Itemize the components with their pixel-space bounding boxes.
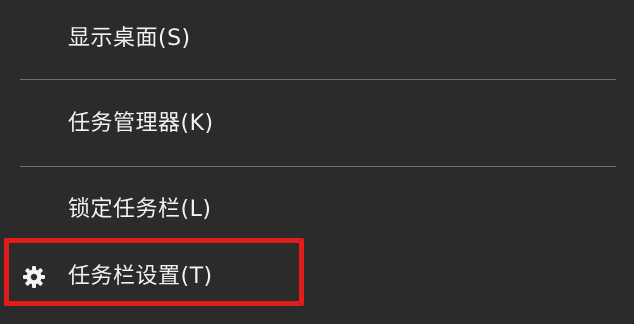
menu-item-label: 显示桌面(S) [68, 26, 191, 51]
menu-separator [20, 166, 616, 167]
menu-item-lock-taskbar[interactable]: 锁定任务栏(L) [0, 182, 634, 242]
menu-item-label: 任务栏设置(T) [68, 264, 213, 289]
menu-item-show-desktop[interactable]: 显示桌面(S) [0, 10, 634, 70]
taskbar-context-menu: 显示桌面(S) 任务管理器(K) 锁定任务栏(L) 任务栏设置(T) [0, 0, 634, 324]
menu-separator [20, 79, 616, 80]
menu-item-taskbar-settings[interactable]: 任务栏设置(T) [0, 246, 634, 306]
menu-item-label: 任务管理器(K) [68, 111, 214, 136]
menu-item-task-manager[interactable]: 任务管理器(K) [0, 96, 634, 156]
menu-item-label: 锁定任务栏(L) [68, 197, 212, 222]
gear-icon [22, 265, 46, 289]
